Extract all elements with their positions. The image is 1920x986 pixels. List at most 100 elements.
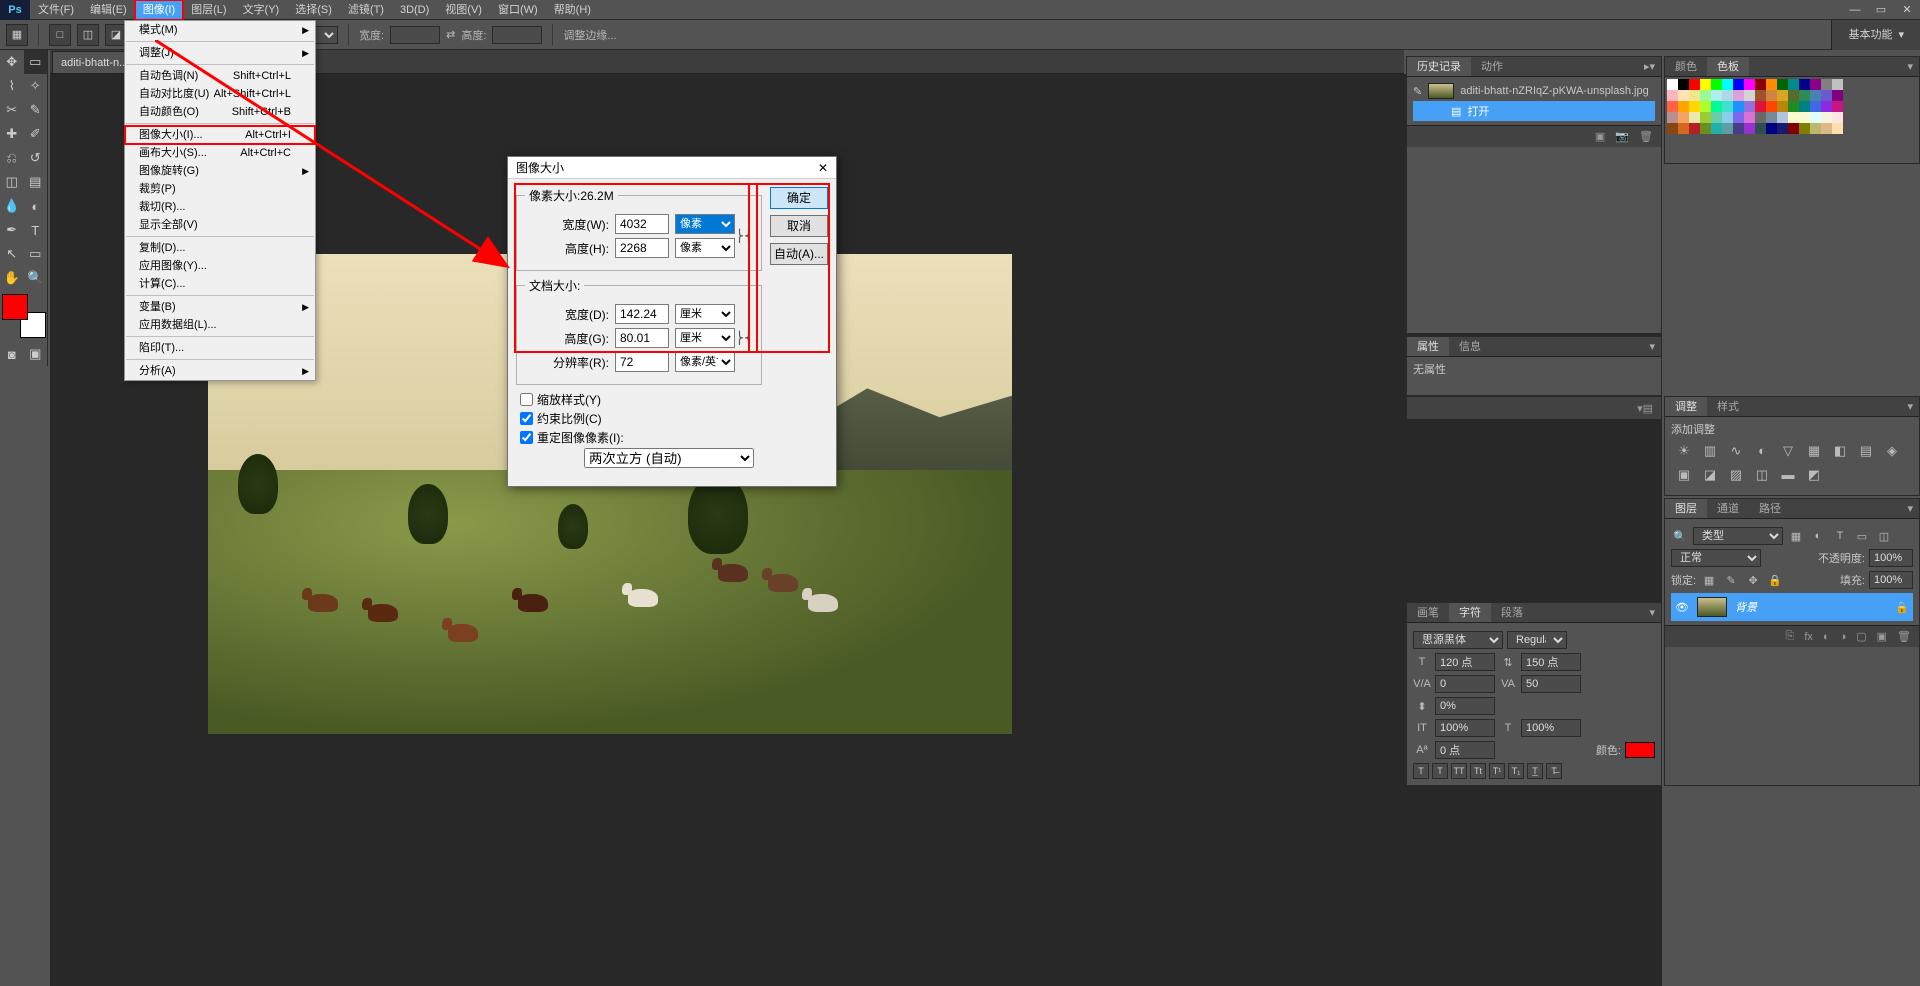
px-height-unit[interactable]: 像素 bbox=[675, 238, 735, 258]
swatch[interactable] bbox=[1821, 123, 1832, 134]
swatch[interactable] bbox=[1711, 79, 1722, 90]
panel-menu-icon[interactable]: ▾ bbox=[1901, 499, 1919, 518]
swatch[interactable] bbox=[1788, 112, 1799, 123]
px-width-unit[interactable]: 像素 bbox=[675, 214, 735, 234]
constrain-checkbox[interactable]: 约束比例(C) bbox=[520, 410, 762, 427]
panel-menu-icon[interactable]: ▾ bbox=[1643, 337, 1661, 356]
filter-pixel-icon[interactable]: ▦ bbox=[1787, 530, 1805, 543]
swatch[interactable] bbox=[1722, 123, 1733, 134]
hscale-input[interactable] bbox=[1521, 719, 1581, 737]
swatch[interactable] bbox=[1744, 79, 1755, 90]
stamp-tool[interactable]: ⎌ bbox=[0, 146, 24, 170]
swatch[interactable] bbox=[1733, 123, 1744, 134]
swatch[interactable] bbox=[1766, 112, 1777, 123]
tab-styles[interactable]: 样式 bbox=[1707, 397, 1749, 416]
swatch[interactable] bbox=[1777, 123, 1788, 134]
menu-item-I[interactable]: 图像大小(I)...Alt+Ctrl+I bbox=[125, 126, 315, 144]
swatch[interactable] bbox=[1810, 123, 1821, 134]
menu-item-R[interactable]: 裁切(R)... bbox=[125, 198, 315, 216]
swatch[interactable] bbox=[1799, 101, 1810, 112]
swatch[interactable] bbox=[1744, 101, 1755, 112]
layer-background[interactable]: 👁 背景 🔒 bbox=[1671, 593, 1913, 621]
doc-width-unit[interactable]: 厘米 bbox=[675, 304, 735, 324]
swatch[interactable] bbox=[1777, 79, 1788, 90]
swatch[interactable] bbox=[1711, 123, 1722, 134]
marquee-tool[interactable]: ▭ bbox=[24, 50, 48, 74]
menu-item-J[interactable]: 调整(J)▶ bbox=[125, 44, 315, 62]
swatch[interactable] bbox=[1700, 123, 1711, 134]
swap-icon[interactable]: ⇄ bbox=[446, 28, 455, 41]
menu-item-U[interactable]: 自动对比度(U)Alt+Shift+Ctrl+L bbox=[125, 85, 315, 103]
swatch[interactable] bbox=[1788, 90, 1799, 101]
swatch[interactable] bbox=[1755, 112, 1766, 123]
swatch[interactable] bbox=[1832, 101, 1843, 112]
swatch[interactable] bbox=[1788, 101, 1799, 112]
ok-button[interactable]: 确定 bbox=[770, 187, 828, 209]
group-icon[interactable]: ▢ bbox=[1856, 630, 1866, 643]
opt-width-input[interactable] bbox=[390, 26, 440, 44]
swatch[interactable] bbox=[1700, 90, 1711, 101]
type-tool[interactable]: T bbox=[24, 218, 48, 242]
menu-item-P[interactable]: 裁剪(P) bbox=[125, 180, 315, 198]
dialog-close-icon[interactable]: ✕ bbox=[818, 157, 828, 178]
swatch[interactable] bbox=[1766, 79, 1777, 90]
smallcaps-flag[interactable]: Tt bbox=[1470, 763, 1486, 779]
leading-input[interactable] bbox=[1521, 653, 1581, 671]
swatch[interactable] bbox=[1733, 101, 1744, 112]
filter-adj-icon[interactable]: ◐ bbox=[1809, 530, 1827, 542]
swatch[interactable] bbox=[1733, 90, 1744, 101]
swatch[interactable] bbox=[1799, 112, 1810, 123]
dialog-titlebar[interactable]: 图像大小 ✕ bbox=[508, 157, 836, 179]
swatch[interactable] bbox=[1821, 101, 1832, 112]
swatch[interactable] bbox=[1766, 101, 1777, 112]
menu-help[interactable]: 帮助(H) bbox=[546, 0, 599, 20]
history-snapshot[interactable]: ✎ aditi-bhatt-nZRIqZ-pKWA-unsplash.jpg bbox=[1413, 81, 1655, 101]
swatch[interactable] bbox=[1821, 112, 1832, 123]
cancel-button[interactable]: 取消 bbox=[770, 215, 828, 237]
swatch[interactable] bbox=[1689, 90, 1700, 101]
swatch[interactable] bbox=[1799, 123, 1810, 134]
menu-layer[interactable]: 图层(L) bbox=[183, 0, 234, 20]
menu-item-O[interactable]: 自动颜色(O)Shift+Ctrl+B bbox=[125, 103, 315, 121]
caps-flag[interactable]: TT bbox=[1451, 763, 1467, 779]
shape-tool[interactable]: ▭ bbox=[24, 242, 48, 266]
lookup-icon[interactable]: ▣ bbox=[1675, 467, 1693, 483]
swatch[interactable] bbox=[1689, 79, 1700, 90]
super-flag[interactable]: T¹ bbox=[1489, 763, 1505, 779]
tab-actions[interactable]: 动作 bbox=[1471, 57, 1513, 76]
menu-file[interactable]: 文件(F) bbox=[30, 0, 82, 20]
brush-tool[interactable]: ✐ bbox=[24, 122, 48, 146]
bold-flag[interactable]: T bbox=[1413, 763, 1429, 779]
menu-item-Y[interactable]: 应用图像(Y)... bbox=[125, 257, 315, 275]
kerning-input[interactable] bbox=[1435, 675, 1495, 693]
swatch[interactable] bbox=[1788, 79, 1799, 90]
filter-smart-icon[interactable]: ◫ bbox=[1875, 530, 1893, 543]
tracking-input[interactable] bbox=[1521, 675, 1581, 693]
gradient-tool[interactable]: ▤ bbox=[24, 170, 48, 194]
workspace-switcher[interactable]: 基本功能 ▾ bbox=[1831, 20, 1920, 50]
menu-item-C[interactable]: 计算(C)... bbox=[125, 275, 315, 293]
lasso-tool[interactable]: ⌇ bbox=[0, 74, 24, 98]
swatch[interactable] bbox=[1810, 90, 1821, 101]
menu-window[interactable]: 窗口(W) bbox=[490, 0, 546, 20]
menu-item-D[interactable]: 复制(D)... bbox=[125, 239, 315, 257]
px-height-input[interactable] bbox=[615, 238, 669, 258]
tool-preset-icon[interactable]: ▦ bbox=[6, 24, 28, 46]
new-layer-icon[interactable]: ▣ bbox=[1877, 630, 1887, 643]
history-state-open[interactable]: ▤ 打开 bbox=[1413, 101, 1655, 121]
swatch[interactable] bbox=[1832, 112, 1843, 123]
menu-item-M[interactable]: 模式(M)▶ bbox=[125, 21, 315, 39]
font-size-input[interactable] bbox=[1435, 653, 1495, 671]
swatch[interactable] bbox=[1711, 112, 1722, 123]
new-selection-icon[interactable]: □ bbox=[49, 24, 71, 46]
exposure-icon[interactable]: ◐ bbox=[1753, 443, 1771, 459]
swatch[interactable] bbox=[1832, 90, 1843, 101]
menu-item-L[interactable]: 应用数据组(L)... bbox=[125, 316, 315, 334]
menu-item-V[interactable]: 显示全部(V) bbox=[125, 216, 315, 234]
baseline-input[interactable] bbox=[1435, 741, 1495, 759]
quickmask-tool[interactable]: ◙ bbox=[0, 342, 24, 366]
swatch[interactable] bbox=[1711, 90, 1722, 101]
eyedropper-tool[interactable]: ✎ bbox=[24, 98, 48, 122]
properties-collapsed[interactable]: ▾▤ bbox=[1406, 396, 1662, 416]
tab-history[interactable]: 历史记录 bbox=[1407, 57, 1471, 76]
